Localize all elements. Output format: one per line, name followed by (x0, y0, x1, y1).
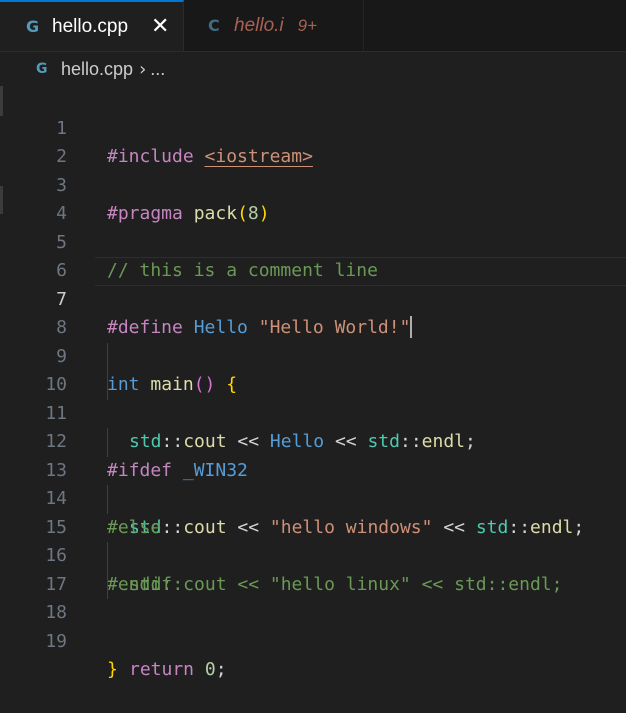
code-token: return (129, 659, 205, 680)
tab-hello-cpp[interactable]: G hello.cpp ✕ (0, 0, 184, 51)
code-line[interactable]: 3 #pragma pack(8) (0, 143, 626, 225)
tab-label: hello.cpp (52, 15, 129, 37)
tab-hello-i[interactable]: C hello.i 9+ (184, 0, 364, 51)
code-line[interactable]: 13 std::cout << "hello windows" << std::… (0, 428, 626, 538)
indent-guide (107, 542, 108, 571)
tab-label: hello.i (234, 14, 284, 36)
problems-badge: 9+ (297, 15, 318, 35)
code-editor[interactable]: 1 #include <iostream> 2 3 #pragma pack(8… (0, 86, 626, 681)
indent-guide (107, 342, 108, 371)
code-line[interactable]: 6 (0, 229, 626, 281)
code-line-current[interactable]: 7 #define Hello "Hello World!" (0, 257, 626, 338)
code-line[interactable]: 9 int main() { (0, 314, 626, 396)
breadcrumb: G hello.cpp › ... (0, 52, 626, 86)
indent-guide (107, 485, 108, 514)
line-number: 19 (45, 630, 67, 652)
cpp-file-icon: G (26, 17, 40, 36)
code-token: 0 (204, 659, 216, 680)
code-line[interactable]: 11 (0, 371, 626, 424)
cpp-file-icon: G (36, 61, 48, 77)
code-line[interactable]: 1 #include <iostream> (0, 86, 626, 168)
code-token: ; (215, 659, 227, 680)
code-line[interactable]: 4 (0, 172, 626, 224)
code-token: } (107, 659, 118, 680)
breadcrumb-more[interactable]: ... (150, 59, 165, 80)
tab-bar: G hello.cpp ✕ C hello.i 9+ (0, 0, 626, 52)
code-line[interactable]: 8 (0, 286, 626, 338)
code-line[interactable]: 12 #ifdef _WIN32 (0, 400, 626, 481)
chevron-right-icon: › (139, 58, 147, 80)
code-line[interactable]: 19 } (0, 599, 626, 681)
code-line[interactable]: 16 #endif (0, 514, 626, 595)
code-line[interactable]: 15 std::cout << "hello linux" << std::en… (0, 485, 626, 595)
code-line[interactable]: 17 (0, 542, 626, 595)
close-icon[interactable]: ✕ (151, 14, 169, 39)
code-line[interactable]: 18 return 0; (0, 570, 626, 680)
code-line[interactable]: 14 #else (0, 457, 626, 538)
code-line[interactable]: 5 // this is a comment line (0, 200, 626, 282)
indent-guide (107, 570, 108, 599)
indent-guide (107, 371, 108, 400)
code-line[interactable]: 2 (0, 115, 626, 167)
indent-guide (107, 428, 108, 457)
c-file-icon: C (208, 16, 220, 35)
code-line[interactable]: 10 std::cout << Hello << std::endl; (0, 342, 626, 452)
breadcrumb-file[interactable]: hello.cpp (61, 59, 133, 80)
